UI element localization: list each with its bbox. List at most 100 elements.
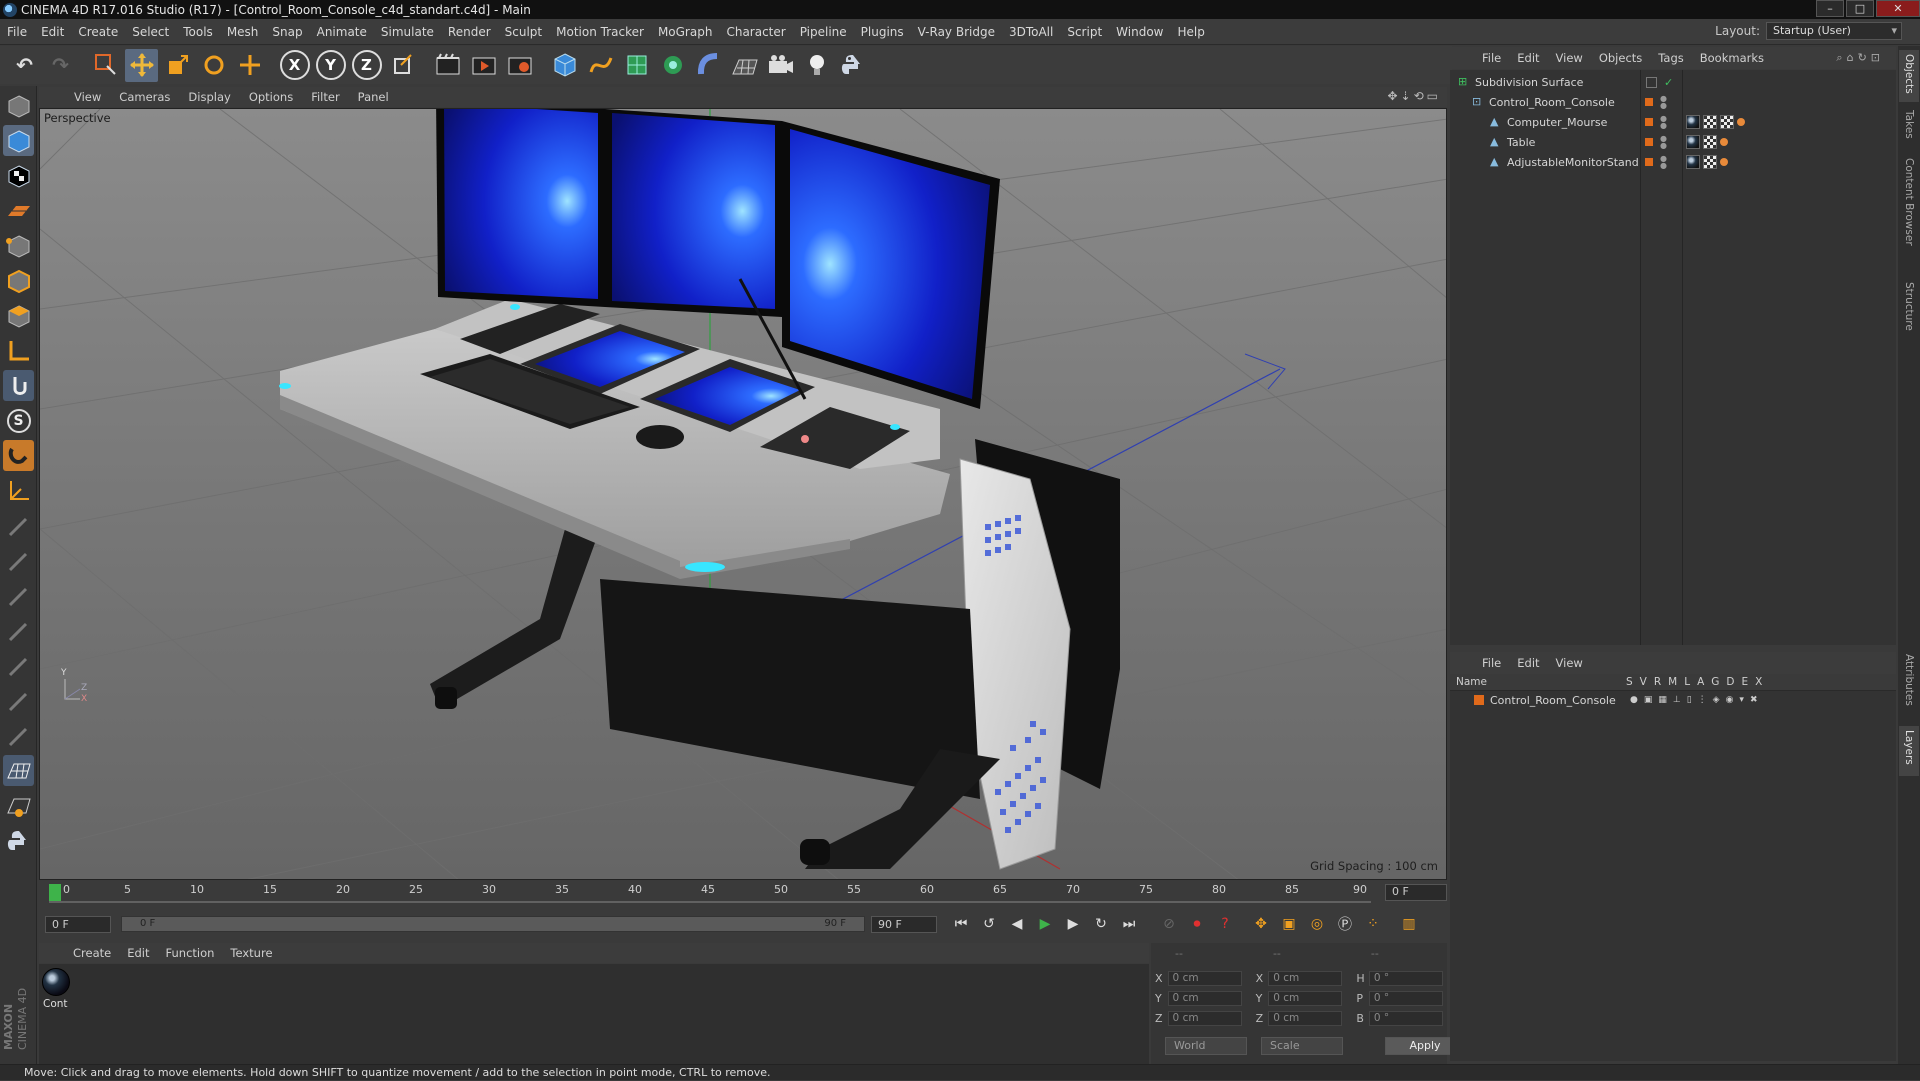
object-row-control-room-console[interactable]: ⊡ Control_Room_Console ● ●	[1450, 92, 1896, 112]
tab-structure[interactable]: Structure	[1899, 278, 1919, 342]
undo-icon[interactable]: ↶	[8, 49, 41, 82]
om-search-icons[interactable]: ⌕⌂↻⊡	[1828, 51, 1892, 65]
render-settings-icon[interactable]	[503, 49, 536, 82]
move-tool-icon[interactable]	[125, 48, 158, 82]
preview-range-slider[interactable]: 0 F 90 F	[121, 916, 865, 932]
render-view-icon[interactable]	[431, 49, 464, 82]
menu-motion-tracker[interactable]: Motion Tracker	[549, 25, 651, 39]
menu-animate[interactable]: Animate	[310, 25, 374, 39]
tab-content-browser[interactable]: Content Browser	[1899, 154, 1919, 274]
tab-objects[interactable]: Objects	[1899, 50, 1919, 102]
key-rotation-icon[interactable]: ◎	[1305, 912, 1329, 936]
cube-primitive-icon[interactable]	[548, 49, 581, 82]
om-menu-objects[interactable]: Objects	[1591, 51, 1650, 65]
points-mode-icon[interactable]	[3, 230, 34, 261]
visibility-dots[interactable]: ● ●	[1660, 135, 1667, 150]
y-axis-lock-icon[interactable]: Y	[314, 49, 347, 82]
grid-floor-icon[interactable]	[3, 755, 34, 786]
previous-key-icon[interactable]: ↺	[977, 912, 1001, 936]
end-frame-field[interactable]: 90 F	[871, 916, 937, 933]
menu-vray-bridge[interactable]: V-Ray Bridge	[911, 25, 1002, 39]
layer-row[interactable]: Control_Room_Console ●▣▦⊥▯⋮◈◉▾✖	[1450, 691, 1896, 709]
locked-header[interactable]: L	[1684, 676, 1690, 688]
start-frame-field[interactable]: 0 F	[45, 916, 111, 933]
material-thumbnail[interactable]	[42, 968, 70, 996]
lm-menu-view[interactable]: View	[1548, 656, 1591, 670]
material-tag-icon[interactable]	[1686, 135, 1700, 149]
magnet-icon[interactable]	[3, 440, 34, 471]
phong-tag-icon[interactable]	[1720, 158, 1728, 166]
om-menu-edit[interactable]: Edit	[1509, 51, 1547, 65]
axis-mode-icon[interactable]	[3, 335, 34, 366]
material-menu-edit[interactable]: Edit	[119, 946, 157, 960]
manager-header[interactable]: M	[1668, 676, 1677, 688]
scale-tool-icon[interactable]	[161, 49, 194, 82]
menu-tools[interactable]: Tools	[176, 25, 220, 39]
perspective-viewport[interactable]: Perspective Y Z X Grid Spacing : 100 cm	[39, 108, 1447, 880]
tweak-mode-icon[interactable]	[3, 370, 34, 401]
menu-file[interactable]: File	[0, 25, 34, 39]
workplane-axis-icon[interactable]	[3, 475, 34, 506]
object-row-computer-mourse[interactable]: ▲ Computer_Mourse ● ●	[1450, 112, 1896, 132]
visibility-dots[interactable]: ● ●	[1660, 155, 1667, 170]
menu-simulate[interactable]: Simulate	[374, 25, 441, 39]
material-tag-icon[interactable]	[1686, 155, 1700, 169]
brush-tool-4-icon[interactable]	[3, 615, 34, 646]
object-row-subdivision-surface[interactable]: ⊞ Subdivision Surface ✓	[1450, 72, 1896, 92]
expressions-header[interactable]: E	[1742, 676, 1749, 688]
frame-ruler[interactable]: 0 5 10 15 20 25 30 35 40 45 50 55 60 65 …	[49, 882, 1371, 904]
brush-tool-7-icon[interactable]	[3, 720, 34, 751]
recent-tool-icon[interactable]	[233, 49, 266, 82]
timeline-window-icon[interactable]: ▥	[1397, 912, 1421, 936]
autokey-icon[interactable]: ?	[1213, 912, 1237, 936]
viewport-camera-label[interactable]: Perspective	[44, 111, 111, 125]
menu-window[interactable]: Window	[1109, 25, 1170, 39]
om-menu-bookmarks[interactable]: Bookmarks	[1692, 51, 1772, 65]
menu-plugins[interactable]: Plugins	[854, 25, 911, 39]
material-menu-function[interactable]: Function	[158, 946, 223, 960]
view-header[interactable]: V	[1640, 676, 1647, 688]
subdivision-surface-icon[interactable]	[620, 49, 653, 82]
pos-y-field[interactable]: 0 cm	[1167, 990, 1242, 1006]
deformer-icon[interactable]	[692, 49, 725, 82]
tab-attributes[interactable]: Attributes	[1899, 650, 1919, 722]
go-to-start-icon[interactable]: ⏮	[949, 912, 973, 936]
object-row-table[interactable]: ▲ Table ● ●	[1450, 132, 1896, 152]
brush-tool-6-icon[interactable]	[3, 685, 34, 716]
brush-tool-3-icon[interactable]	[3, 580, 34, 611]
motion-record-icon[interactable]: ⊘	[1157, 912, 1181, 936]
size-y-field[interactable]: 0 cm	[1268, 990, 1343, 1006]
floor-icon[interactable]	[728, 49, 761, 82]
python-icon[interactable]	[836, 49, 869, 82]
coordinate-system-icon[interactable]	[386, 49, 419, 82]
menu-create[interactable]: Create	[71, 25, 125, 39]
key-position-icon[interactable]: ✥	[1249, 912, 1273, 936]
sculpt-icon[interactable]	[3, 790, 34, 821]
rot-b-field[interactable]: 0 °	[1368, 1010, 1444, 1026]
menu-snap[interactable]: Snap	[265, 25, 309, 39]
next-frame-icon[interactable]: ▶	[1061, 912, 1085, 936]
polygons-mode-icon[interactable]	[3, 300, 34, 331]
layout-select[interactable]: Startup (User)	[1766, 22, 1902, 40]
record-keys-icon[interactable]: ⏺	[1185, 912, 1209, 936]
python-script-icon[interactable]	[3, 825, 34, 856]
light-icon[interactable]	[800, 49, 833, 82]
material-menu-create[interactable]: Create	[65, 946, 119, 960]
viewport-menu-panel[interactable]: Panel	[349, 90, 398, 104]
menu-pipeline[interactable]: Pipeline	[793, 25, 854, 39]
play-icon[interactable]: ▶	[1033, 912, 1057, 936]
visibility-dots[interactable]: ● ●	[1660, 95, 1667, 110]
rot-h-field[interactable]: 0 °	[1368, 970, 1444, 986]
pos-x-field[interactable]: 0 cm	[1167, 970, 1242, 986]
viewport-menu-display[interactable]: Display	[179, 90, 239, 104]
menu-character[interactable]: Character	[719, 25, 792, 39]
layer-color-swatch[interactable]	[1474, 695, 1484, 705]
go-to-end-icon[interactable]: ⏭	[1117, 912, 1141, 936]
redo-icon[interactable]: ↷	[44, 49, 77, 82]
edges-mode-icon[interactable]	[3, 265, 34, 296]
material-menu-texture[interactable]: Texture	[222, 946, 280, 960]
viewport-menu-options[interactable]: Options	[240, 90, 302, 104]
rotate-tool-icon[interactable]	[197, 49, 230, 82]
layer-color-swatch[interactable]	[1644, 137, 1654, 147]
layer-flag-icons[interactable]: ●▣▦⊥▯⋮◈◉▾✖	[1630, 695, 1764, 705]
